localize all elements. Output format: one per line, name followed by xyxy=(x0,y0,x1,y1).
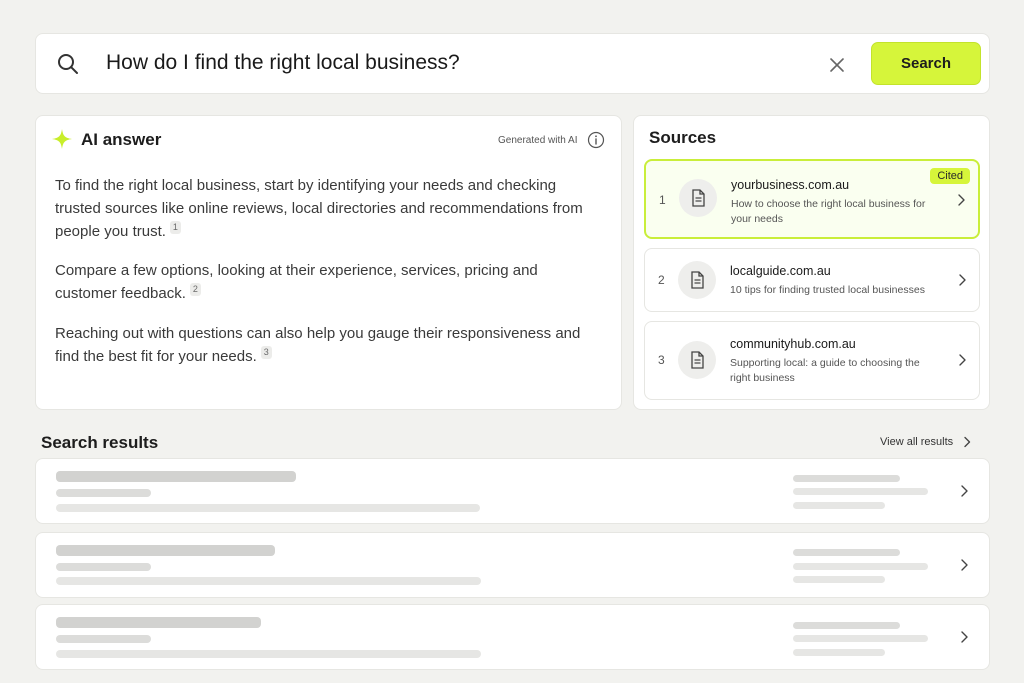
source-item-communityhub[interactable]: 3 communityhub.com.au Supporting local: … xyxy=(644,321,980,400)
sparkle-icon xyxy=(52,129,72,149)
source-number: 2 xyxy=(658,273,665,287)
sources-panel: Sources 1 yourbusiness.com.au How to cho… xyxy=(633,115,990,410)
citation-marker[interactable]: 3 xyxy=(260,346,272,359)
source-description: Supporting local: a guide to choosing th… xyxy=(730,357,920,384)
answer-paragraph: Compare a few options, looking at their … xyxy=(55,259,595,305)
answer-paragraph: To find the right local business, start … xyxy=(55,174,595,243)
source-domain: communityhub.com.au xyxy=(730,337,856,351)
skeleton-line xyxy=(793,563,928,570)
chevron-right-icon xyxy=(959,354,966,366)
search-bar: How do I find the right local business? … xyxy=(35,33,990,94)
skeleton-line xyxy=(56,504,480,512)
view-all-label: View all results xyxy=(880,436,954,448)
ai-answer-title: AI answer xyxy=(81,130,162,149)
source-description: How to choose the right local business f… xyxy=(731,198,926,225)
answer-text: Reaching out with questions can also hel… xyxy=(55,325,581,365)
source-item-yourbusiness[interactable]: 1 yourbusiness.com.au How to choose the … xyxy=(644,159,980,239)
answer-text: Compare a few options, looking at their … xyxy=(55,262,538,302)
skeleton-line xyxy=(56,577,481,585)
skeleton-line xyxy=(793,576,885,583)
source-domain: yourbusiness.com.au xyxy=(731,178,850,192)
sources-title: Sources xyxy=(649,128,717,147)
skeleton-line xyxy=(56,635,151,643)
chevron-right-icon xyxy=(961,559,968,571)
skeleton-line xyxy=(793,649,885,656)
ai-answer-panel: AI answer Generated with AI To find the … xyxy=(35,115,622,410)
skeleton-line xyxy=(56,650,481,658)
answer-text: To find the right local business, start … xyxy=(55,177,583,240)
skeleton-line xyxy=(793,635,928,642)
skeleton-line xyxy=(56,563,151,571)
skeleton-line xyxy=(793,475,900,482)
close-icon[interactable] xyxy=(826,54,848,76)
answer-paragraph: Reaching out with questions can also hel… xyxy=(55,322,595,368)
citation-marker[interactable]: 1 xyxy=(169,221,181,234)
source-description: 10 tips for finding trusted local busine… xyxy=(730,284,925,296)
search-result-placeholder[interactable] xyxy=(35,532,990,598)
search-button[interactable]: Search xyxy=(871,42,981,85)
skeleton-line xyxy=(56,617,261,628)
search-results-title: Search results xyxy=(41,433,159,452)
search-icon xyxy=(58,54,78,74)
skeleton-line xyxy=(56,545,275,556)
chevron-right-icon xyxy=(961,631,968,643)
chevron-right-icon xyxy=(959,274,966,286)
info-icon[interactable] xyxy=(587,131,605,149)
generated-label: Generated with AI xyxy=(498,135,578,146)
document-icon xyxy=(678,261,716,299)
source-number: 1 xyxy=(659,193,666,207)
view-all-results-link[interactable]: View all results xyxy=(880,436,971,448)
skeleton-line xyxy=(793,622,900,629)
document-icon xyxy=(679,179,717,217)
source-number: 3 xyxy=(658,353,665,367)
skeleton-line xyxy=(56,471,296,482)
source-domain: localguide.com.au xyxy=(730,264,831,278)
cited-badge: Cited xyxy=(930,168,970,184)
document-icon xyxy=(678,341,716,379)
citation-marker[interactable]: 2 xyxy=(189,283,201,296)
chevron-right-icon xyxy=(961,485,968,497)
chevron-right-icon xyxy=(964,436,971,448)
skeleton-line xyxy=(56,489,151,497)
skeleton-line xyxy=(793,502,885,509)
search-result-placeholder[interactable] xyxy=(35,458,990,524)
chevron-right-icon xyxy=(958,194,965,206)
search-result-placeholder[interactable] xyxy=(35,604,990,670)
source-item-localguide[interactable]: 2 localguide.com.au 10 tips for finding … xyxy=(644,248,980,312)
skeleton-line xyxy=(793,549,900,556)
skeleton-line xyxy=(793,488,928,495)
search-input[interactable]: How do I find the right local business? xyxy=(106,51,460,75)
